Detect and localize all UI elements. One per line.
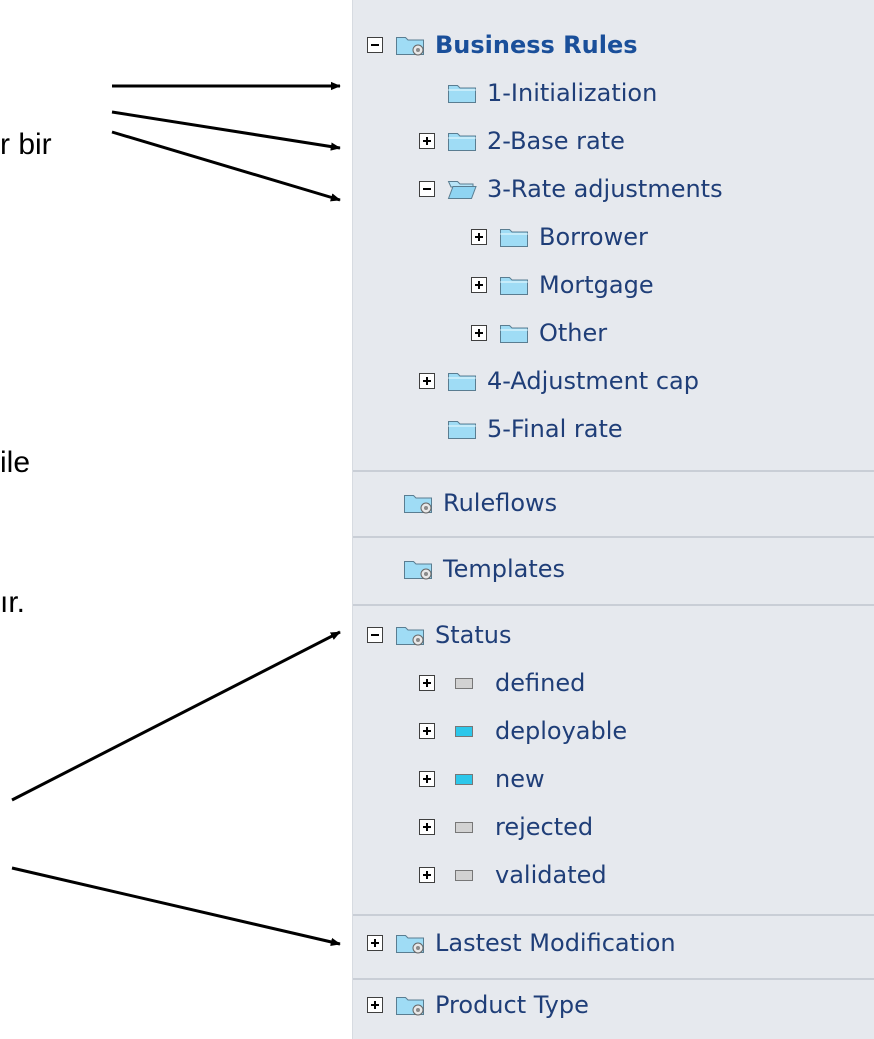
expand-icon[interactable]: [419, 133, 435, 149]
tree-node-label: defined: [495, 669, 586, 697]
tree-node-label: 2-Base rate: [487, 127, 625, 155]
tree-node-product-type[interactable]: Product Type: [367, 986, 589, 1024]
expand-icon[interactable]: [419, 723, 435, 739]
folder-icon: [499, 226, 529, 248]
templates-section: Templates: [353, 538, 874, 606]
rules-folder-icon: [403, 558, 433, 580]
expand-icon[interactable]: [419, 373, 435, 389]
tree-node-label: Other: [539, 319, 608, 347]
folder-icon: [499, 322, 529, 344]
folder-icon: [447, 418, 477, 440]
open-folder-icon: [447, 178, 477, 200]
expand-icon[interactable]: [419, 867, 435, 883]
tree-node-base-rate[interactable]: 2-Base rate: [419, 122, 625, 160]
arrow-to-status: [11, 630, 341, 802]
tree-node-label: validated: [495, 861, 607, 889]
tree-node-label: rejected: [495, 813, 594, 841]
rules-folder-icon: [395, 34, 425, 56]
tree-node-business-rules[interactable]: Business Rules: [367, 26, 638, 64]
tree-node-label: deployable: [495, 717, 628, 745]
collapse-icon[interactable]: [367, 37, 383, 53]
collapse-icon[interactable]: [419, 181, 435, 197]
tree-node-rate-adjustments[interactable]: 3-Rate adjustments: [419, 170, 723, 208]
tree-node-status-defined[interactable]: defined: [419, 664, 585, 702]
tree-node-borrower[interactable]: Borrower: [471, 218, 648, 256]
tree-node-mortgage[interactable]: Mortgage: [471, 266, 654, 304]
tree-node-templates[interactable]: Templates: [403, 550, 565, 588]
expand-icon[interactable]: [367, 935, 383, 951]
tree-node-status-rejected[interactable]: rejected: [419, 808, 593, 846]
tree-node-label: Product Type: [435, 991, 589, 1019]
tree-node-status-new[interactable]: new: [419, 760, 545, 798]
expand-icon[interactable]: [419, 675, 435, 691]
folder-icon: [447, 370, 477, 392]
tree-node-label: new: [495, 765, 545, 793]
rules-folder-icon: [395, 624, 425, 646]
latest-modification-section: Lastest Modification: [353, 916, 874, 980]
status-color-icon: [455, 821, 473, 833]
status-color-icon: [455, 773, 473, 785]
tree-node-status-validated[interactable]: validated: [419, 856, 607, 894]
tree-node-label: Templates: [443, 555, 566, 583]
rules-folder-icon: [403, 492, 433, 514]
tree-node-other[interactable]: Other: [471, 314, 607, 352]
expand-icon[interactable]: [419, 819, 435, 835]
expand-icon[interactable]: [419, 771, 435, 787]
status-color-icon: [455, 677, 473, 689]
folder-icon: [447, 82, 477, 104]
tree-node-label: Ruleflows: [443, 489, 558, 517]
tree-node-status-deployable[interactable]: deployable: [419, 712, 627, 750]
rules-folder-icon: [395, 932, 425, 954]
folder-icon: [447, 130, 477, 152]
tree-node-status[interactable]: Status: [367, 616, 511, 654]
collapse-icon[interactable]: [367, 627, 383, 643]
tree-node-label: Status: [435, 621, 512, 649]
folder-icon: [499, 274, 529, 296]
expand-icon[interactable]: [367, 997, 383, 1013]
tree-node-label: Borrower: [539, 223, 648, 251]
tree-node-latest-modification[interactable]: Lastest Modification: [367, 924, 676, 962]
product-type-section: Product Type: [353, 980, 874, 1039]
business-rules-section: Business Rules 1-Initialization 2-Base r…: [353, 0, 874, 472]
tree-node-adjustment-cap[interactable]: 4-Adjustment cap: [419, 362, 699, 400]
tree-node-label: Business Rules: [435, 31, 638, 59]
tree-node-ruleflows[interactable]: Ruleflows: [403, 484, 557, 522]
arrow-to-latest-modification: [11, 866, 341, 946]
tree-node-final-rate[interactable]: 5-Final rate: [419, 410, 623, 448]
tree-node-label: 4-Adjustment cap: [487, 367, 699, 395]
expand-icon[interactable]: [471, 325, 487, 341]
status-color-icon: [455, 725, 473, 737]
ruleflows-section: Ruleflows: [353, 472, 874, 538]
tree-node-initialization[interactable]: 1-Initialization: [419, 74, 657, 112]
status-section: Status defined deployable new rejected v…: [353, 606, 874, 916]
expand-icon[interactable]: [471, 277, 487, 293]
expand-icon[interactable]: [471, 229, 487, 245]
tree-node-label: Lastest Modification: [435, 929, 676, 957]
tree-node-label: 5-Final rate: [487, 415, 623, 443]
status-color-icon: [455, 869, 473, 881]
tree-node-label: 1-Initialization: [487, 79, 658, 107]
rules-folder-icon: [395, 994, 425, 1016]
rule-explorer-panel: Business Rules 1-Initialization 2-Base r…: [352, 0, 874, 1039]
tree-node-label: Mortgage: [539, 271, 654, 299]
tree-node-label: 3-Rate adjustments: [487, 175, 723, 203]
